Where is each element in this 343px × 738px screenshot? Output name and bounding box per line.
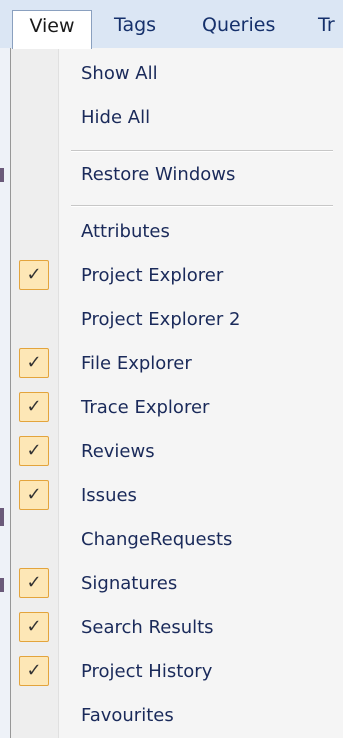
menu-item-label: Hide All (81, 107, 151, 128)
background-mark (0, 168, 4, 182)
menu-item-label: Show All (81, 63, 158, 84)
menu-tags[interactable]: Tags (114, 10, 156, 48)
menu-item-restore-windows[interactable]: Restore Windows (11, 153, 333, 197)
checkmark-icon: ✓ (19, 392, 49, 422)
checkmark-icon: ✓ (19, 612, 49, 642)
menu-item-label: ChangeRequests (81, 529, 233, 550)
checkmark-icon: ✓ (19, 260, 49, 290)
menu-item-show-all[interactable]: Show All (11, 52, 333, 96)
menu-item-issues[interactable]: ✓ Issues (11, 474, 333, 518)
menu-item-label: Trace Explorer (81, 397, 210, 418)
menu-view[interactable]: View (12, 10, 92, 49)
menu-item-file-explorer[interactable]: ✓ File Explorer (11, 342, 333, 386)
menu-item-signatures[interactable]: ✓ Signatures (11, 562, 333, 606)
menu-item-label: Attributes (81, 221, 170, 242)
view-menu-dropdown: Show All Hide All Restore Windows Attrib… (10, 48, 343, 738)
checkmark-icon: ✓ (19, 348, 49, 378)
menu-tr[interactable]: Tr (318, 10, 335, 48)
background-window-edge (0, 48, 10, 738)
menu-item-label: Project History (81, 661, 213, 682)
menu-item-label: Project Explorer 2 (81, 309, 241, 330)
menu-item-search-results[interactable]: ✓ Search Results (11, 606, 333, 650)
app-window: Tags Queries Tr View Show All Hide All R… (0, 0, 343, 738)
checkmark-icon: ✓ (19, 436, 49, 466)
menu-separator (71, 205, 333, 207)
menu-separator (71, 150, 333, 152)
menu-item-favourites[interactable]: Favourites (11, 694, 333, 738)
checkmark-icon: ✓ (19, 568, 49, 598)
menu-item-label: Reviews (81, 441, 155, 462)
menu-item-label: Project Explorer (81, 265, 224, 286)
background-mark (0, 508, 4, 526)
menu-item-hide-all[interactable]: Hide All (11, 96, 333, 140)
menu-item-change-requests[interactable]: ChangeRequests (11, 518, 333, 562)
menu-item-label: Search Results (81, 617, 214, 638)
menu-item-label: File Explorer (81, 353, 192, 374)
menu-item-project-explorer[interactable]: ✓ Project Explorer (11, 254, 333, 298)
checkmark-icon: ✓ (19, 480, 49, 510)
menu-item-reviews[interactable]: ✓ Reviews (11, 430, 333, 474)
menu-item-project-history[interactable]: ✓ Project History (11, 650, 333, 694)
menu-item-label: Issues (81, 485, 137, 506)
menu-item-label: Favourites (81, 705, 174, 726)
menu-item-label: Restore Windows (81, 164, 236, 185)
menu-item-project-explorer-2[interactable]: Project Explorer 2 (11, 298, 333, 342)
menu-item-attributes[interactable]: Attributes (11, 210, 333, 254)
menu-bar: Tags Queries Tr View (0, 0, 343, 49)
menu-item-trace-explorer[interactable]: ✓ Trace Explorer (11, 386, 333, 430)
menu-item-label: Signatures (81, 573, 178, 594)
background-mark (0, 578, 4, 592)
checkmark-icon: ✓ (19, 656, 49, 686)
menu-queries[interactable]: Queries (202, 10, 275, 48)
